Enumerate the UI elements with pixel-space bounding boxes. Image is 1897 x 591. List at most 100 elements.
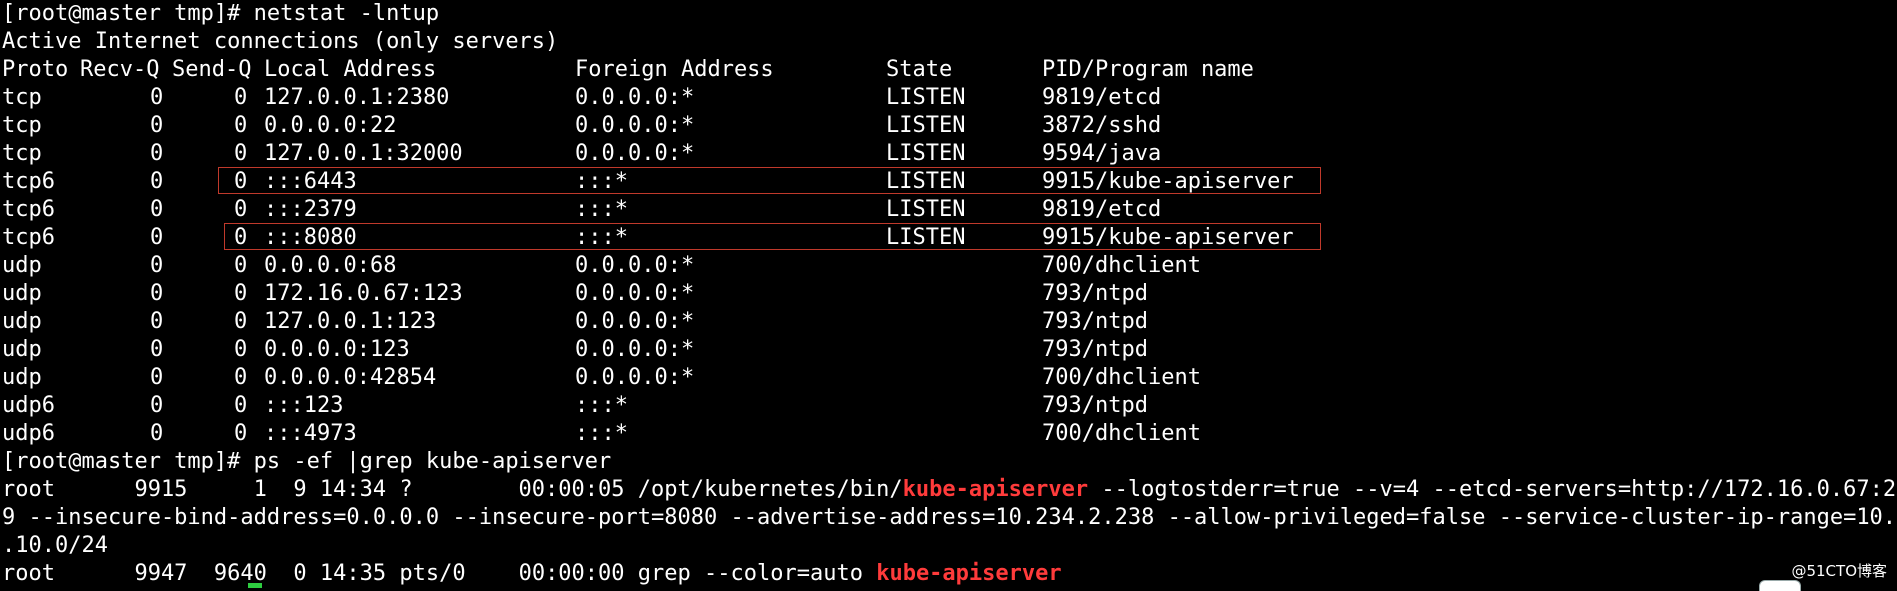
cell-local-address: :::6443 <box>264 169 357 194</box>
cell-recvq: 0 <box>150 393 164 418</box>
ps2-prefix-a: root 9947 964 <box>2 561 254 586</box>
cell-pid-program: 9819/etcd <box>1042 197 1162 222</box>
cell-sendq: 0 <box>234 309 248 334</box>
cell-state: LISTEN <box>886 225 966 250</box>
cell-recvq: 0 <box>150 253 164 278</box>
cell-recvq: 0 <box>150 309 164 334</box>
cell-foreign-address: 0.0.0.0:* <box>575 113 695 138</box>
cell-pid-program: 9915/kube-apiserver <box>1042 169 1294 194</box>
ps-output-line-1-wrap-2: .10.0/24 <box>2 533 108 558</box>
cell-local-address: 172.16.0.67:123 <box>264 281 463 306</box>
cell-foreign-address: :::* <box>575 421 628 446</box>
cell-recvq: 0 <box>150 169 164 194</box>
netstat-row: tcp 0 0 0.0.0.0:22 0.0.0.0:* LISTEN 3872/sshd <box>2 112 1895 140</box>
watermark: @51CTO博客 <box>1791 562 1887 580</box>
cell-pid-program: 700/dhclient <box>1042 253 1201 278</box>
cell-local-address: 0.0.0.0:42854 <box>264 365 437 390</box>
cell-recvq: 0 <box>150 225 164 250</box>
netstat-row: tcp 0 0 127.0.0.1:32000 0.0.0.0:* LISTEN 9594/… <box>2 140 1895 168</box>
cell-sendq: 0 <box>234 225 248 250</box>
cell-foreign-address: 0.0.0.0:* <box>575 253 695 278</box>
cell-state: LISTEN <box>886 197 966 222</box>
cell-foreign-address: :::* <box>575 225 628 250</box>
cell-pid-program: 793/ntpd <box>1042 393 1148 418</box>
netstat-row: udp6 0 0:::123:::* 793/ntpd <box>2 392 1895 420</box>
netstat-row: udp 0 0 172.16.0.67:123 0.0.0.0:* 793/ntpd <box>2 280 1895 308</box>
cell-proto: tcp6 <box>2 169 55 194</box>
cell-foreign-address: 0.0.0.0:* <box>575 281 695 306</box>
cell-foreign-address: 0.0.0.0:* <box>575 141 695 166</box>
cell-proto: udp <box>2 281 42 306</box>
cell-recvq: 0 <box>150 113 164 138</box>
cell-foreign-address: :::* <box>575 197 628 222</box>
ps-output-line-1-wrap-1: 9 --insecure-bind-address=0.0.0.0 --inse… <box>2 505 1897 530</box>
cell-proto: tcp6 <box>2 197 55 222</box>
cell-recvq: 0 <box>150 85 164 110</box>
header-local-address: Local Address <box>264 57 437 82</box>
header-state: State <box>886 57 953 82</box>
cell-sendq: 0 <box>234 337 248 362</box>
ps1-highlight: kube-apiserver <box>902 477 1089 502</box>
cell-local-address: 0.0.0.0:22 <box>264 113 397 138</box>
cell-sendq: 0 <box>234 365 248 390</box>
header-sendq: Send-Q <box>172 57 252 82</box>
cell-proto: tcp <box>2 141 42 166</box>
cell-pid-program: 793/ntpd <box>1042 337 1148 362</box>
cell-sendq: 0 <box>234 169 248 194</box>
cell-sendq: 0 <box>234 113 248 138</box>
netstat-header-row: Proto Recv-Q Send-Q Local Address Foreig… <box>2 56 1895 84</box>
cell-pid-program: 793/ntpd <box>1042 309 1148 334</box>
cell-state: LISTEN <box>886 141 966 166</box>
terminal-cursor <box>248 583 262 588</box>
cell-pid-program: 700/dhclient <box>1042 365 1201 390</box>
cell-local-address: 0.0.0.0:123 <box>264 337 410 362</box>
cell-pid-program: 3872/sshd <box>1042 113 1162 138</box>
cell-pid-program: 9819/etcd <box>1042 85 1162 110</box>
cell-state: LISTEN <box>886 169 966 194</box>
corner-widget-icon <box>1759 580 1801 591</box>
ps2-prefix-b: 0 0 14:35 pts/0 00:00:00 grep --color=au… <box>253 561 877 586</box>
cell-local-address: :::123 <box>264 393 344 418</box>
cell-local-address: 127.0.0.1:2380 <box>264 85 450 110</box>
netstat-row: udp6 0 0:::4973:::* 700/dhclient <box>2 420 1895 448</box>
cell-state: LISTEN <box>886 113 966 138</box>
command-line-netstat: [root@master tmp]# netstat -lntup <box>2 1 440 26</box>
ps1-suffix: --logtostderr=true --v=4 --etcd-servers=… <box>1088 477 1897 502</box>
header-foreign-address: Foreign Address <box>575 57 774 82</box>
cell-proto: udp <box>2 337 42 362</box>
netstat-row: tcp 0 0 127.0.0.1:2380 0.0.0.0:* LISTEN 9819/e… <box>2 84 1895 112</box>
cell-local-address: 0.0.0.0:68 <box>264 253 397 278</box>
cell-foreign-address: :::* <box>575 393 628 418</box>
cell-proto: udp6 <box>2 393 55 418</box>
netstat-row: tcp6 0 0:::6443:::* LISTEN 9915/kube-apiserv… <box>2 168 1895 196</box>
cell-pid-program: 700/dhclient <box>1042 421 1201 446</box>
cell-local-address: :::4973 <box>264 421 357 446</box>
ps1-prefix: root 9915 1 9 14:34 ? 00:00:05 /opt/kube… <box>2 477 903 502</box>
cell-foreign-address: 0.0.0.0:* <box>575 365 695 390</box>
cell-recvq: 0 <box>150 337 164 362</box>
header-pid-program: PID/Program name <box>1042 57 1254 82</box>
cell-proto: udp <box>2 253 42 278</box>
cell-sendq: 0 <box>234 85 248 110</box>
terminal-window[interactable]: [root@master tmp]# netstat -lntup Active… <box>2 0 1897 591</box>
netstat-row: tcp6 0 0:::2379:::* LISTEN 9819/etcd <box>2 196 1895 224</box>
cell-sendq: 0 <box>234 141 248 166</box>
cell-proto: udp <box>2 309 42 334</box>
cell-local-address: :::8080 <box>264 225 357 250</box>
cell-pid-program: 793/ntpd <box>1042 281 1148 306</box>
command-line-ps: [root@master tmp]# ps -ef |grep kube-api… <box>2 449 612 474</box>
cell-local-address: 127.0.0.1:32000 <box>264 141 463 166</box>
cell-sendq: 0 <box>234 281 248 306</box>
cell-pid-program: 9594/java <box>1042 141 1162 166</box>
netstat-row: udp 0 0 0.0.0.0:42854 0.0.0.0:* 700/dhclient <box>2 364 1895 392</box>
cell-local-address: 127.0.0.1:123 <box>264 309 437 334</box>
ps2-highlight: kube-apiserver <box>876 561 1062 586</box>
cell-foreign-address: :::* <box>575 169 628 194</box>
cell-sendq: 0 <box>234 197 248 222</box>
netstat-row: tcp6 0 0:::8080:::* LISTEN 9915/kube-apiserv… <box>2 224 1895 252</box>
cell-proto: tcp <box>2 113 42 138</box>
cell-recvq: 0 <box>150 365 164 390</box>
cell-recvq: 0 <box>150 141 164 166</box>
cell-foreign-address: 0.0.0.0:* <box>575 337 695 362</box>
netstat-title: Active Internet connections (only server… <box>2 29 559 54</box>
